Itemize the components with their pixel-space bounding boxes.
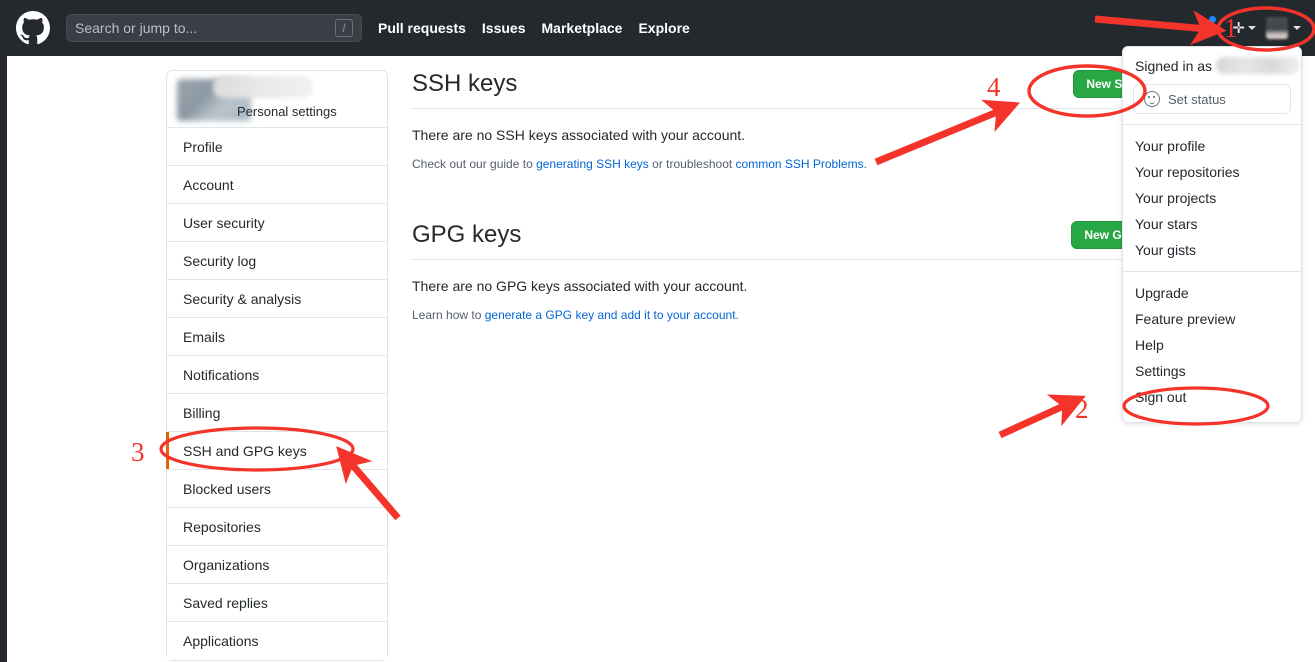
avatar-dropdown-toggle[interactable] xyxy=(1266,17,1301,39)
main-content: SSH keys New SSH There are no SSH keys a… xyxy=(412,70,1152,322)
dropdown-item-settings[interactable]: Settings xyxy=(1123,358,1301,384)
sidebar-item-label: Billing xyxy=(183,404,221,421)
dropdown-item-upgrade[interactable]: Upgrade xyxy=(1123,280,1301,306)
sidebar-item-label: Repositories xyxy=(183,518,261,535)
sidebar-item-emails[interactable]: Emails xyxy=(167,318,387,356)
chevron-down-icon xyxy=(1293,26,1301,30)
sidebar-item-label: Security log xyxy=(183,252,257,269)
link-generating-ssh-keys[interactable]: generating SSH keys xyxy=(536,157,649,171)
sidebar-item-repositories[interactable]: Repositories xyxy=(167,508,387,546)
notifications-button[interactable] xyxy=(1192,15,1218,41)
signed-in-as-row: Signed in as xyxy=(1123,47,1301,82)
gpg-help-prefix: Learn how to xyxy=(412,308,485,322)
chevron-down-icon xyxy=(1248,26,1256,30)
sidebar-item-security-and-analysis[interactable]: Security & analysis xyxy=(167,280,387,318)
annotation-number-2: 2 xyxy=(1075,394,1089,424)
dropdown-item-feature-preview[interactable]: Feature preview xyxy=(1123,306,1301,332)
sidebar-item-notifications[interactable]: Notifications xyxy=(167,356,387,394)
gpg-keys-body: There are no GPG keys associated with yo… xyxy=(412,260,1152,322)
link-generate-gpg-key[interactable]: generate a GPG key and add it to your ac… xyxy=(485,308,736,322)
annotation-arrow-2 xyxy=(998,394,1086,439)
sidebar-item-label: Profile xyxy=(183,138,223,155)
sidebar-item-label: Saved replies xyxy=(183,594,268,611)
gpg-keys-section: GPG keys New GPG There are no GPG keys a… xyxy=(412,221,1152,322)
gpg-keys-header: GPG keys New GPG xyxy=(412,221,1152,260)
sidebar-item-label: Organizations xyxy=(183,556,270,573)
notification-indicator-dot xyxy=(1208,15,1218,24)
sidebar-item-label: Blocked users xyxy=(183,480,271,497)
sidebar-item-label: Security & analysis xyxy=(183,290,302,307)
annotation-number-3: 3 xyxy=(131,437,145,467)
sidebar-item-applications[interactable]: Applications xyxy=(167,622,387,660)
nav-link-explore[interactable]: Explore xyxy=(638,20,689,36)
sidebar-item-label: SSH and GPG keys xyxy=(183,442,307,459)
sidebar-item-user-security[interactable]: User security xyxy=(167,204,387,242)
sidebar-item-security-log[interactable]: Security log xyxy=(167,242,387,280)
avatar xyxy=(1266,17,1288,39)
ssh-help-prefix: Check out our guide to xyxy=(412,157,537,171)
gpg-empty-message: There are no GPG keys associated with yo… xyxy=(412,278,748,294)
sidebar-item-blocked-users[interactable]: Blocked users xyxy=(167,470,387,508)
set-status-wrapper: Set status xyxy=(1123,82,1301,125)
sidebar-item-billing[interactable]: Billing xyxy=(167,394,387,432)
sidebar-header-label: Personal settings xyxy=(237,104,337,119)
dropdown-group-primary: Your profile Your repositories Your proj… xyxy=(1123,125,1301,272)
sidebar-item-label: Account xyxy=(183,176,234,193)
sidebar-username-redacted xyxy=(213,76,313,98)
sidebar-item-label: Emails xyxy=(183,328,226,345)
sidebar-header: Personal settings xyxy=(167,71,387,128)
sidebar-item-ssh-and-gpg-keys[interactable]: SSH and GPG keys xyxy=(166,432,387,470)
dropdown-item-your-profile[interactable]: Your profile xyxy=(1123,133,1301,159)
sidebar-item-label: Applications xyxy=(183,633,259,649)
ssh-help-middle: or troubleshoot xyxy=(648,157,736,171)
user-dropdown-menu: Signed in as Set status Your profile You… xyxy=(1122,46,1302,423)
settings-sidebar: Personal settings Profile Account User s… xyxy=(166,70,388,661)
smiley-icon xyxy=(1144,91,1160,107)
search-placeholder: Search or jump to... xyxy=(75,20,198,36)
ssh-keys-header: SSH keys New SSH xyxy=(412,70,1152,109)
ssh-help-suffix: . xyxy=(863,157,867,171)
github-mark-icon[interactable] xyxy=(16,11,50,45)
create-new-button[interactable]: ✛ xyxy=(1232,21,1256,36)
dropdown-group-secondary: Upgrade Feature preview Help Settings Si… xyxy=(1123,272,1301,418)
nav-link-marketplace[interactable]: Marketplace xyxy=(542,20,623,36)
global-header: Search or jump to... / Pull requests Iss… xyxy=(0,0,1315,56)
ssh-keys-body: There are no SSH keys associated with yo… xyxy=(412,109,1152,171)
dropdown-item-your-repositories[interactable]: Your repositories xyxy=(1123,159,1301,185)
gpg-help-suffix: . xyxy=(735,308,739,322)
dropdown-item-help[interactable]: Help xyxy=(1123,332,1301,358)
signed-in-as-label: Signed in as xyxy=(1135,57,1213,74)
signed-in-username-redacted xyxy=(1216,57,1301,74)
gpg-section-title: GPG keys xyxy=(412,221,522,248)
set-status-button[interactable]: Set status xyxy=(1133,84,1291,114)
gpg-help-text: Learn how to generate a GPG key and add … xyxy=(412,308,1152,322)
search-input[interactable]: Search or jump to... / xyxy=(66,14,362,42)
sidebar-item-account[interactable]: Account xyxy=(167,166,387,204)
link-common-ssh-problems[interactable]: common SSH Problems xyxy=(736,157,864,171)
dropdown-item-your-stars[interactable]: Your stars xyxy=(1123,211,1301,237)
nav-link-issues[interactable]: Issues xyxy=(482,20,526,36)
set-status-label: Set status xyxy=(1168,91,1226,107)
ssh-keys-section: SSH keys New SSH There are no SSH keys a… xyxy=(412,70,1152,171)
sidebar-item-organizations[interactable]: Organizations xyxy=(167,546,387,584)
ssh-empty-message: There are no SSH keys associated with yo… xyxy=(412,127,746,143)
dropdown-item-your-projects[interactable]: Your projects xyxy=(1123,185,1301,211)
search-shortcut-key: / xyxy=(335,19,353,37)
sidebar-item-label: Notifications xyxy=(183,366,260,383)
primary-nav: Pull requests Issues Marketplace Explore xyxy=(378,20,690,36)
dropdown-item-sign-out[interactable]: Sign out xyxy=(1123,384,1301,410)
sidebar-item-profile[interactable]: Profile xyxy=(167,128,387,166)
ssh-help-text: Check out our guide to generating SSH ke… xyxy=(412,157,1152,171)
nav-link-pull-requests[interactable]: Pull requests xyxy=(378,20,466,36)
sidebar-item-label: User security xyxy=(183,214,265,231)
dropdown-item-your-gists[interactable]: Your gists xyxy=(1123,237,1301,263)
sidebar-item-saved-replies[interactable]: Saved replies xyxy=(167,584,387,622)
page-title: SSH keys xyxy=(412,70,518,97)
window-left-edge xyxy=(0,0,7,662)
plus-icon: ✛ xyxy=(1232,19,1245,37)
